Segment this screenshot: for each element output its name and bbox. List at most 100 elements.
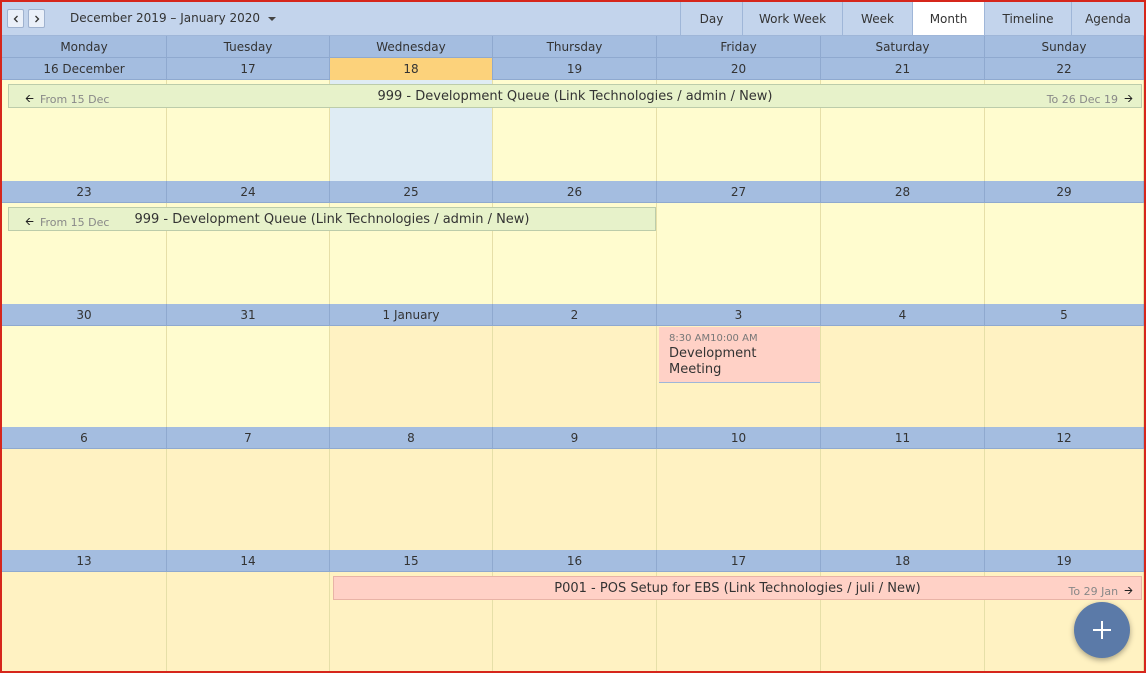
event-to: To 26 Dec 19 🡪 [1047,90,1133,109]
week-body [2,449,1144,550]
view-day-button[interactable]: Day [680,2,742,35]
week-date-bar: 13 14 15 16 17 18 19 [2,550,1144,572]
date-number[interactable]: 21 [821,58,985,80]
date-number[interactable]: 25 [330,181,493,203]
day-cell[interactable] [330,449,493,550]
event-development-queue[interactable]: 🡨 From 15 Dec 999 - Development Queue (Li… [8,84,1142,108]
date-number[interactable]: 18 [330,58,493,80]
date-number[interactable]: 3 [657,304,821,326]
event-title: P001 - POS Setup for EBS (Link Technolog… [554,580,921,596]
day-cell[interactable] [2,326,167,427]
date-number[interactable]: 13 [2,550,167,572]
date-range-label: December 2019 – January 2020 [70,11,261,25]
week-row: 16 December 17 18 19 20 21 22 [2,58,1144,181]
date-number[interactable]: 16 [493,550,657,572]
day-cell[interactable] [330,326,493,427]
arrow-left-icon: 🡨 [25,215,34,228]
day-cell[interactable] [985,203,1144,304]
day-name-wednesday: Wednesday [330,36,493,58]
date-number[interactable]: 4 [821,304,985,326]
day-cell[interactable] [821,203,985,304]
view-timeline-button[interactable]: Timeline [984,2,1071,35]
day-names-header: Monday Tuesday Wednesday Thursday Friday Satu… [2,36,1144,58]
day-cell[interactable] [493,326,657,427]
view-month-button[interactable]: Month [912,2,984,35]
caret-down-icon [268,17,277,21]
next-button[interactable] [28,9,45,28]
arrow-left-icon: 🡨 [25,92,34,105]
day-name-thursday: Thursday [493,36,657,58]
date-number[interactable]: 11 [821,427,985,449]
date-number[interactable]: 19 [985,550,1144,572]
day-cell[interactable] [821,449,985,550]
date-range-picker[interactable]: December 2019 – January 2020 [70,11,277,25]
day-name-sunday: Sunday [985,36,1144,58]
date-number[interactable]: 10 [657,427,821,449]
date-number[interactable]: 24 [167,181,330,203]
date-number[interactable]: 1 January [330,304,493,326]
event-from: 🡨 From 15 Dec [25,213,109,232]
date-number[interactable]: 20 [657,58,821,80]
event-development-meeting[interactable]: 8:30 AM10:00 AM Development Meeting [659,327,820,383]
view-agenda-button[interactable]: Agenda [1071,2,1144,35]
event-time: 8:30 AM10:00 AM [669,333,758,344]
prev-button[interactable] [7,9,24,28]
date-number[interactable]: 9 [493,427,657,449]
date-number[interactable]: 22 [985,58,1144,80]
event-development-queue-continued[interactable]: 🡨 From 15 Dec 999 - Development Queue (Li… [8,207,656,231]
day-name-monday: Monday [2,36,167,58]
date-number[interactable]: 6 [2,427,167,449]
date-number[interactable]: 12 [985,427,1144,449]
day-cell[interactable] [493,449,657,550]
event-pos-setup[interactable]: P001 - POS Setup for EBS (Link Technolog… [333,576,1142,600]
date-number[interactable]: 5 [985,304,1144,326]
day-cell[interactable] [2,572,167,671]
scheduler: December 2019 – January 2020 Day Work We… [0,0,1146,673]
arrow-right-icon: 🡪 [1124,584,1133,597]
day-cell[interactable] [167,326,330,427]
week-date-bar: 23 24 25 26 27 28 29 [2,181,1144,203]
day-name-friday: Friday [657,36,821,58]
event-to: To 29 Jan 🡪 [1069,582,1133,601]
date-number[interactable]: 16 December [2,58,167,80]
day-cell[interactable] [657,203,821,304]
day-cell[interactable] [2,449,167,550]
day-cell[interactable] [657,449,821,550]
date-number[interactable]: 7 [167,427,330,449]
date-number[interactable]: 8 [330,427,493,449]
date-number[interactable]: 23 [2,181,167,203]
event-title: Development Meeting [669,346,757,377]
date-number[interactable]: 28 [821,181,985,203]
week-date-bar: 30 31 1 January 2 3 4 5 [2,304,1144,326]
date-number[interactable]: 15 [330,550,493,572]
date-number[interactable]: 18 [821,550,985,572]
week-row: 6 7 8 9 10 11 12 [2,427,1144,550]
date-number[interactable]: 27 [657,181,821,203]
toolbar: December 2019 – January 2020 Day Work We… [2,2,1144,36]
date-number[interactable]: 17 [167,58,330,80]
date-number[interactable]: 2 [493,304,657,326]
view-work-week-button[interactable]: Work Week [742,2,842,35]
day-cell[interactable] [821,326,985,427]
view-switcher: Day Work Week Week Month Timeline Agenda [680,2,1144,36]
date-number[interactable]: 17 [657,550,821,572]
view-week-button[interactable]: Week [842,2,912,35]
date-number[interactable]: 14 [167,550,330,572]
event-to-label: To 26 Dec 19 [1046,93,1119,106]
day-cell[interactable] [167,449,330,550]
day-cell[interactable] [985,449,1144,550]
day-cell[interactable] [985,326,1144,427]
date-number[interactable]: 30 [2,304,167,326]
plus-icon [1093,621,1111,639]
chevron-right-icon [34,15,39,22]
date-number[interactable]: 19 [493,58,657,80]
date-number[interactable]: 26 [493,181,657,203]
day-cell[interactable] [167,572,330,671]
week-row: 23 24 25 26 27 28 29 [2,181,1144,304]
week-row: 30 31 1 January 2 3 4 5 [2,304,1144,427]
add-event-button[interactable] [1074,602,1130,658]
week-row: 13 14 15 16 17 18 19 [2,550,1144,671]
date-number[interactable]: 29 [985,181,1144,203]
event-from-label: From 15 Dec [39,93,110,106]
date-number[interactable]: 31 [167,304,330,326]
